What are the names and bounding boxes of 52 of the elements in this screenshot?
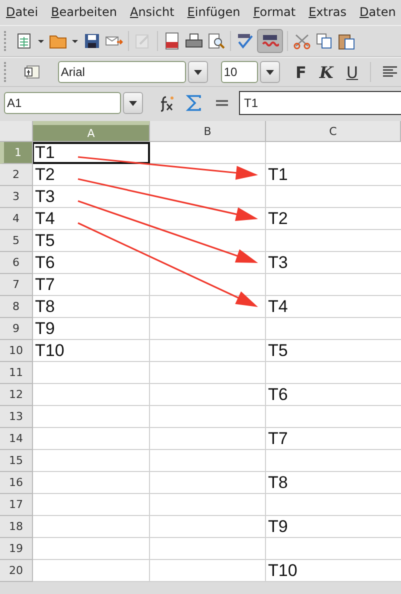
row-header[interactable]: 11 (0, 362, 33, 384)
row-header[interactable]: 6 (0, 252, 33, 274)
cell-text: T8 (35, 297, 55, 316)
row-header[interactable]: 14 (0, 428, 33, 450)
cell-text: T4 (268, 297, 288, 316)
cell-text: T4 (35, 209, 55, 228)
cell-text: T2 (268, 209, 288, 228)
cell-text: T1 (35, 143, 55, 162)
underline-button[interactable]: U (342, 62, 362, 82)
row-header[interactable]: 12 (0, 384, 33, 406)
row-header[interactable]: 18 (0, 516, 33, 538)
column-header[interactable]: B (150, 121, 266, 142)
row-header[interactable]: 16 (0, 472, 33, 494)
menu-item[interactable]: Ansicht (130, 5, 174, 25)
italic-button[interactable]: K (315, 62, 338, 82)
menu-item[interactable]: Bearbeiten (51, 5, 117, 25)
row-header[interactable]: 2 (0, 164, 33, 186)
menu-item[interactable]: Datei (6, 5, 38, 25)
menu-item[interactable]: Extras (308, 5, 347, 25)
cell-text: T7 (268, 429, 288, 448)
cell-text: T6 (35, 253, 55, 272)
row-header[interactable]: 10 (0, 340, 33, 362)
cell-text: T9 (268, 517, 288, 536)
cell-text: T3 (35, 187, 55, 206)
bold-button[interactable]: F (291, 62, 310, 82)
row-header[interactable]: 7 (0, 274, 33, 296)
row-header[interactable]: 9 (0, 318, 33, 340)
column-header[interactable]: C (266, 121, 401, 142)
cell-text: T5 (268, 341, 288, 360)
menu-item[interactable]: Einfügen (187, 5, 240, 25)
cell-text: T10 (268, 561, 298, 580)
cell-text: T8 (268, 473, 288, 492)
cell-text: T1 (268, 165, 288, 184)
row-header[interactable]: 17 (0, 494, 33, 516)
row-header[interactable]: 3 (0, 186, 33, 208)
row-header[interactable]: 20 (0, 560, 33, 582)
cell-text: T6 (268, 385, 288, 404)
cell-text: T7 (35, 275, 55, 294)
menu-item[interactable]: Format (253, 5, 296, 25)
formula-input[interactable]: T1 (239, 91, 401, 115)
cell-text: T9 (35, 319, 55, 338)
menu-item[interactable]: Daten (360, 5, 396, 25)
cell-text: T10 (35, 341, 64, 360)
cell-text: T5 (35, 231, 55, 250)
cell-text: T3 (268, 253, 288, 272)
row-header[interactable]: 4 (0, 208, 33, 230)
cell-text: T2 (35, 165, 55, 184)
row-header[interactable]: 8 (0, 296, 33, 318)
row-header[interactable]: 5 (0, 230, 33, 252)
row-header[interactable]: 19 (0, 538, 33, 560)
row-header[interactable]: 15 (0, 450, 33, 472)
row-header[interactable]: 13 (0, 406, 33, 428)
